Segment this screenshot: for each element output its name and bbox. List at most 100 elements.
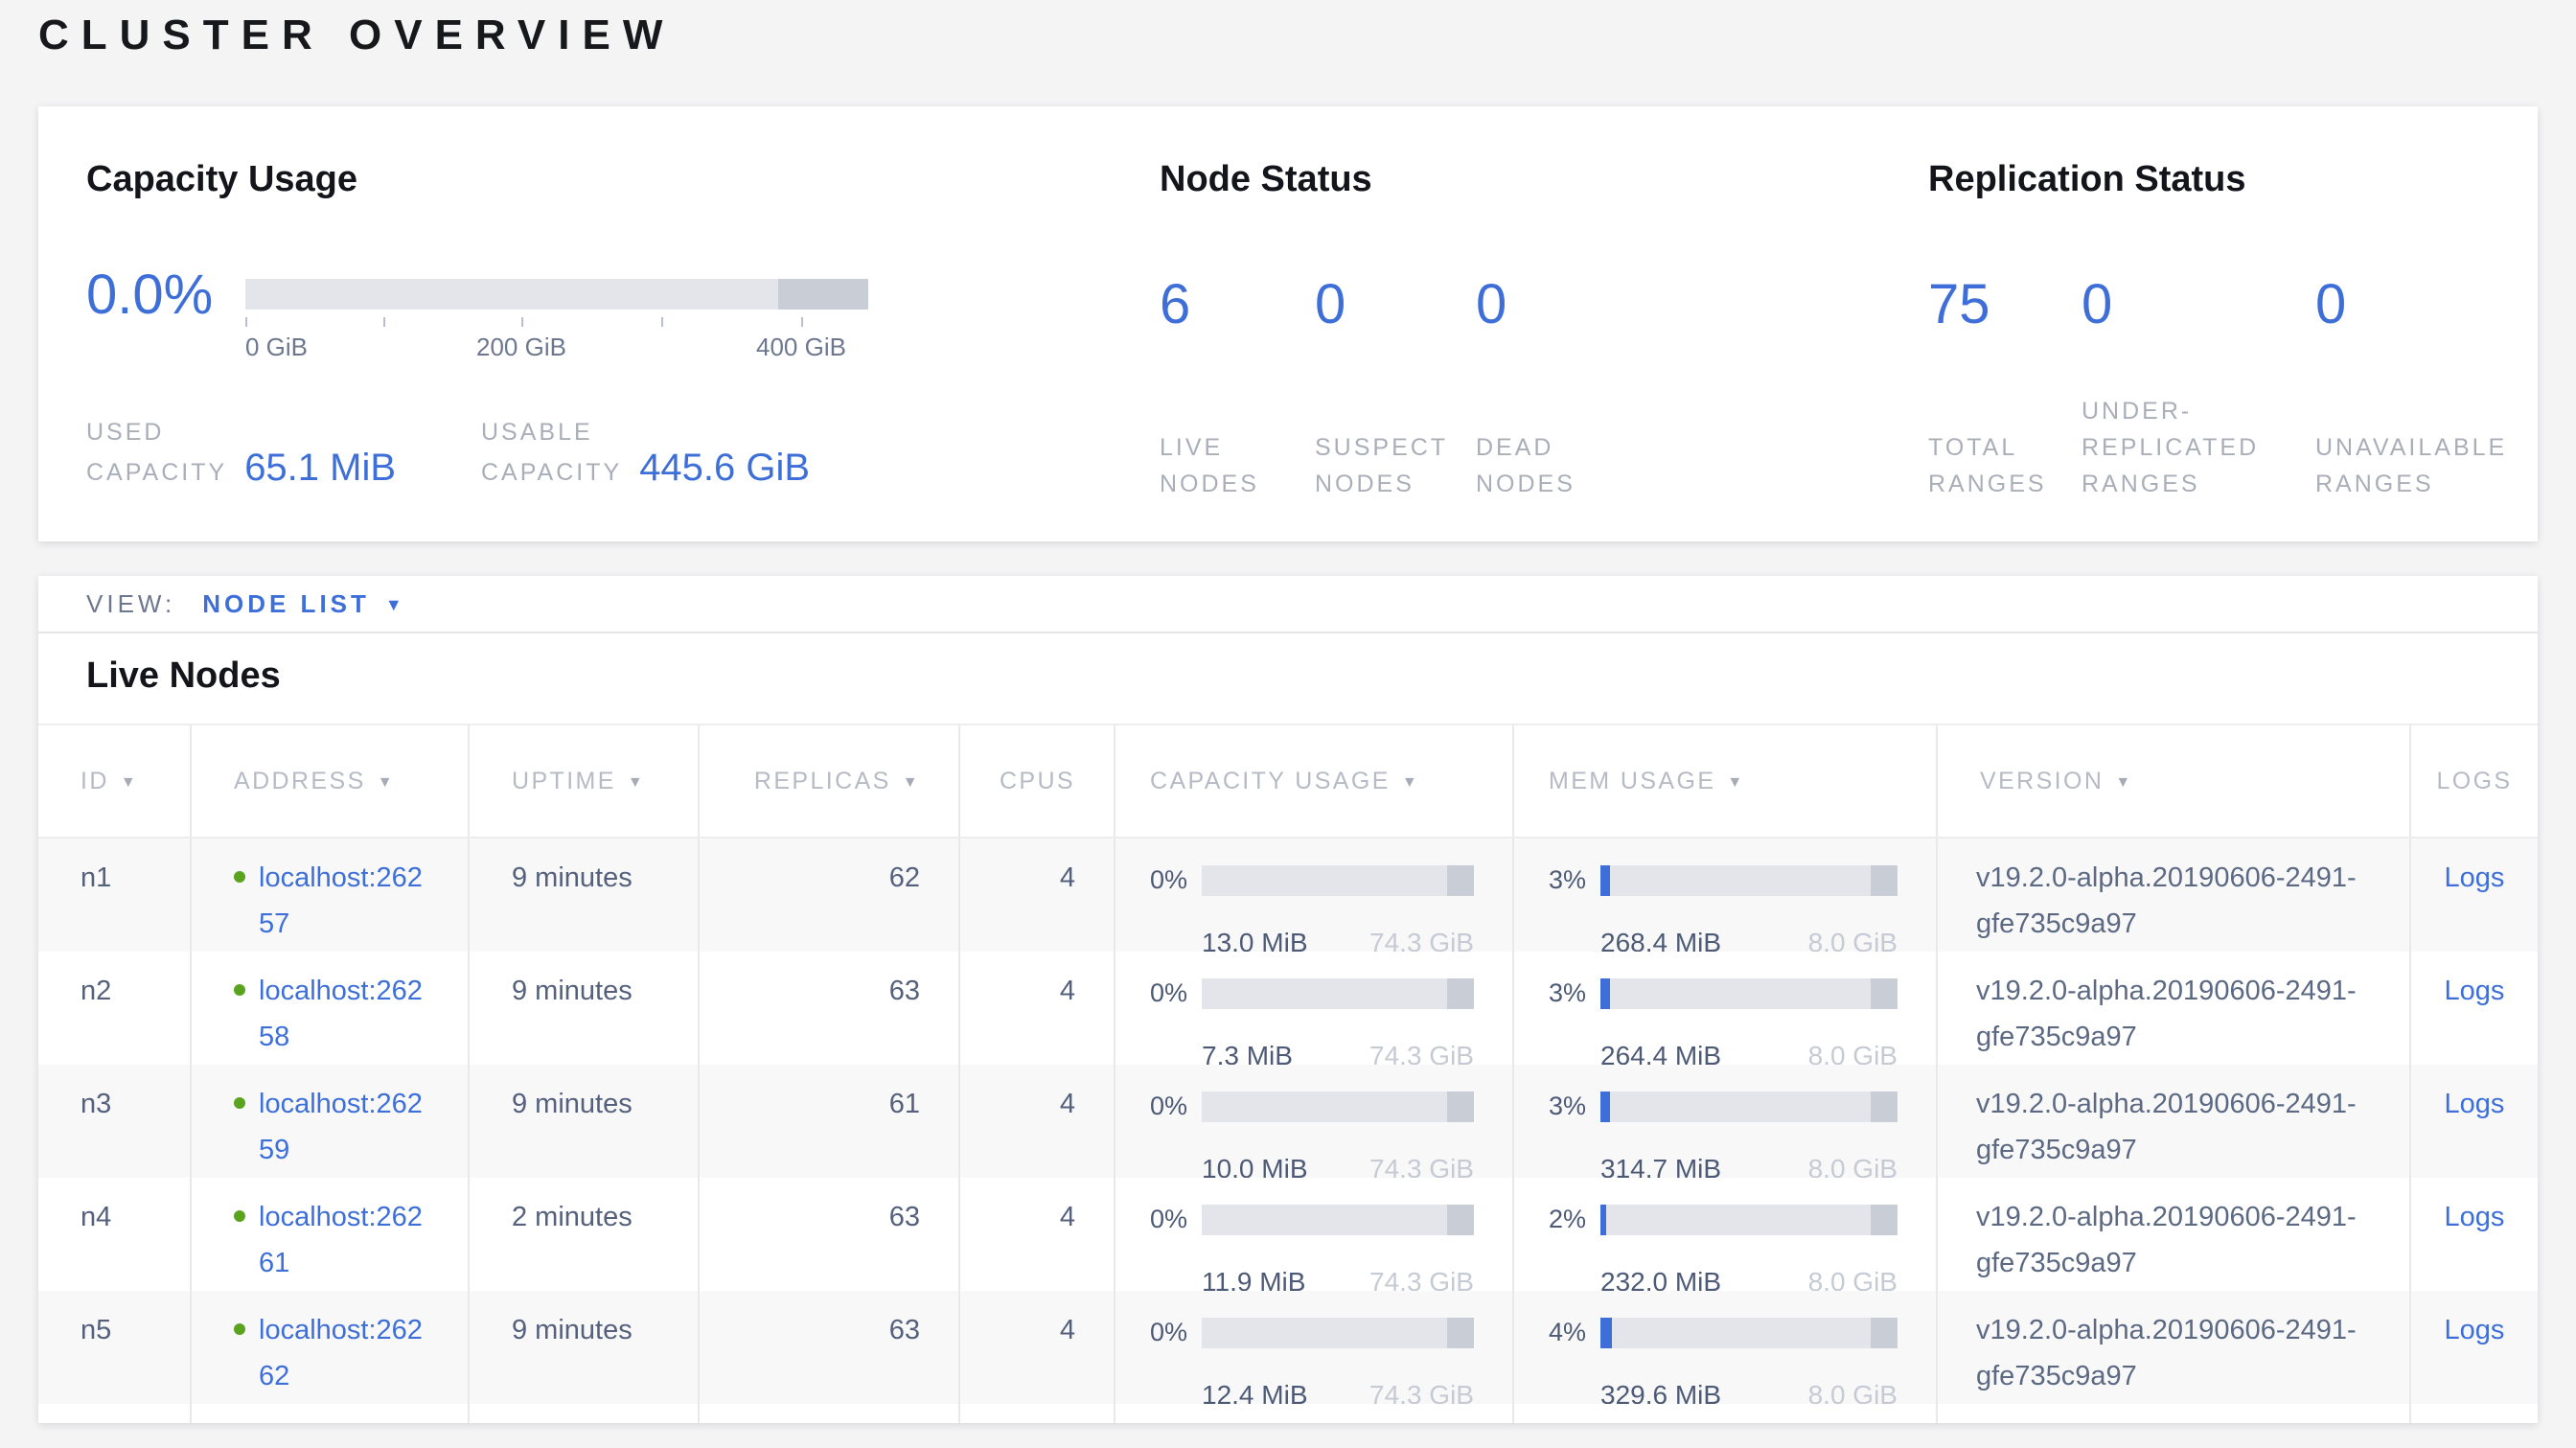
table-row: n1localhost:262579 minutes6240%13.0 MiB7… bbox=[38, 839, 2538, 952]
metric-value: 0 bbox=[1315, 279, 1476, 333]
metric-label: SUSPECTNODES bbox=[1315, 430, 1476, 503]
usage-values: 13.0 MiB74.3 GiB bbox=[1202, 919, 1474, 952]
view-selector[interactable]: NODE LIST ▼ bbox=[202, 589, 402, 618]
table-cell bbox=[38, 1404, 192, 1423]
node-address-link[interactable]: localhost:26261 bbox=[259, 1195, 427, 1287]
sort-desc-icon: ▼ bbox=[378, 772, 395, 790]
axis-tick-label: 400 GiB bbox=[756, 333, 846, 361]
usage-percent: 3% bbox=[1549, 858, 1600, 904]
sort-desc-icon: ▼ bbox=[1727, 772, 1744, 790]
capacity-bar-reserved-segment bbox=[778, 279, 868, 310]
column-header-uptime[interactable]: UPTIME▼ bbox=[470, 725, 700, 837]
capacity-usage-title: Capacity Usage bbox=[86, 160, 1160, 202]
replication-status-section: Replication Status 75TOTALRANGES0UNDER-R… bbox=[1928, 106, 2538, 541]
live-status-icon bbox=[234, 1097, 245, 1109]
usage-values: 314.7 MiB 8.0 GiB bbox=[1600, 1145, 1898, 1178]
cpus-cell: 4 bbox=[960, 952, 1116, 1065]
uptime-cell: 9 minutes bbox=[470, 952, 700, 1065]
usage-total-value: 8.0 GiB bbox=[1808, 1032, 1898, 1065]
logs-link[interactable]: Logs bbox=[2445, 863, 2505, 894]
column-header-capacity-usage[interactable]: CAPACITY USAGE▼ bbox=[1116, 725, 1514, 837]
column-header-label: ID bbox=[80, 768, 109, 794]
stat-label-text: CAPACITY bbox=[481, 455, 622, 492]
capacity-bar: 0 GiB200 GiB400 GiB bbox=[245, 279, 868, 361]
node-address-link[interactable]: localhost:26259 bbox=[259, 1082, 427, 1174]
usage-bar-track bbox=[1202, 1318, 1474, 1348]
column-header-replicas[interactable]: REPLICAS▼ bbox=[700, 725, 960, 837]
node-id: n5 bbox=[80, 1316, 111, 1346]
uptime-cell: 2 minutes bbox=[470, 1178, 700, 1291]
chevron-down-icon: ▼ bbox=[385, 594, 402, 613]
node-list-card: VIEW: NODE LIST ▼ Live Nodes ID▼ADDRESS▼… bbox=[38, 576, 2538, 1423]
column-header-id[interactable]: ID▼ bbox=[38, 725, 192, 837]
stat-label-line: CAPACITY445.6 GiB bbox=[481, 451, 876, 492]
metric-value: 0 bbox=[2315, 279, 2507, 333]
summary-metric: 0DEADNODES bbox=[1476, 279, 1576, 503]
usage-bar-row: 3% bbox=[1549, 858, 1898, 904]
capacity-stat: USEDCAPACITY65.1 MiB bbox=[86, 415, 481, 492]
column-header-address[interactable]: ADDRESS ▼ bbox=[192, 725, 470, 837]
table-row-partial bbox=[38, 1404, 2538, 1423]
usage-percent: 0% bbox=[1150, 1084, 1202, 1130]
logs-link[interactable]: Logs bbox=[2445, 1090, 2505, 1120]
column-header-label: REPLICAS bbox=[754, 768, 891, 794]
usage-bar-track bbox=[1600, 1092, 1898, 1122]
table-cell bbox=[700, 1404, 960, 1423]
capacity-gauge: 0.0% 0 GiB200 GiB400 GiB bbox=[86, 279, 1160, 361]
column-header-label: MEM USAGE bbox=[1549, 768, 1715, 794]
usage-used-value: 12.4 MiB bbox=[1202, 1371, 1308, 1404]
metric-label-line: TOTAL bbox=[1928, 430, 2082, 467]
usage-bar-row: 3% bbox=[1549, 971, 1898, 1017]
usage-meter: 2%232.0 MiB8.0 GiB bbox=[1549, 1197, 1898, 1291]
usage-percent: 4% bbox=[1549, 1310, 1600, 1356]
metric-label-line: SUSPECT bbox=[1315, 430, 1476, 467]
logs-link[interactable]: Logs bbox=[2445, 977, 2505, 1007]
metric-value: 75 bbox=[1928, 279, 2082, 333]
cpus-cell: 4 bbox=[960, 1065, 1116, 1178]
usage-bar-row: 0% bbox=[1150, 858, 1474, 904]
logs-link[interactable]: Logs bbox=[2445, 1316, 2505, 1346]
usage-used-value: 314.7 MiB bbox=[1600, 1145, 1721, 1178]
cpus-cell: 4 bbox=[960, 839, 1116, 952]
node-address-link[interactable]: localhost:26262 bbox=[259, 1308, 427, 1400]
logs-cell: Logs bbox=[2411, 1291, 2538, 1404]
capacity-usage-cell: 0% 13.0 MiB74.3 GiB bbox=[1116, 839, 1514, 952]
node-id-cell: n4 bbox=[38, 1178, 192, 1291]
live-status-icon bbox=[234, 1323, 245, 1335]
logs-cell: Logs bbox=[2411, 1065, 2538, 1178]
capacity-usage-cell: 0%7.3 MiB74.3 GiB bbox=[1116, 952, 1514, 1065]
metric-value: 0 bbox=[1476, 279, 1576, 333]
table-cell bbox=[1938, 1404, 2411, 1423]
usage-bar-fill bbox=[1600, 1205, 1606, 1235]
usage-bar-reserved-segment bbox=[1871, 1092, 1898, 1122]
node-id-cell: n3 bbox=[38, 1065, 192, 1178]
column-header-mem-usage[interactable]: MEM USAGE ▼ bbox=[1514, 725, 1938, 837]
version-cell: v19.2.0-alpha.20190606-2491-gfe735c9a97 bbox=[1938, 1178, 2411, 1291]
usage-bar-row: 0% bbox=[1150, 971, 1474, 1017]
capacity-percent-value: 0.0% bbox=[86, 271, 245, 321]
summary-metric: 6LIVENODES bbox=[1160, 279, 1315, 503]
cluster-overview-page: CLUSTER OVERVIEW Capacity Usage 0.0% 0 G… bbox=[0, 11, 2576, 1448]
usage-total-value: 8.0 GiB bbox=[1808, 1145, 1898, 1178]
usage-bar-row: 0% bbox=[1150, 1084, 1474, 1130]
metric-label-line: LIVE bbox=[1160, 430, 1315, 467]
cpus-cell: 4 bbox=[960, 1291, 1116, 1404]
node-address-link[interactable]: localhost:26257 bbox=[259, 856, 427, 948]
node-id-cell: n2 bbox=[38, 952, 192, 1065]
logs-link[interactable]: Logs bbox=[2445, 1203, 2505, 1233]
usage-values: 232.0 MiB8.0 GiB bbox=[1600, 1258, 1898, 1291]
usage-bar-reserved-segment bbox=[1447, 978, 1474, 1009]
table-row: n3localhost:262599 minutes6140%10.0 MiB7… bbox=[38, 1065, 2538, 1178]
live-nodes-title: Live Nodes bbox=[38, 633, 2538, 724]
column-header-version[interactable]: VERSION▼ bbox=[1938, 725, 2411, 837]
usage-percent: 2% bbox=[1549, 1197, 1600, 1243]
metric-label-line: NODES bbox=[1160, 467, 1315, 503]
node-address-link[interactable]: localhost:26258 bbox=[259, 969, 427, 1061]
view-selected-option: NODE LIST bbox=[202, 589, 370, 618]
axis-tick-mark bbox=[383, 317, 385, 327]
column-header-label: ADDRESS bbox=[234, 768, 366, 794]
summary-metric: 0UNDER-REPLICATEDRANGES bbox=[2082, 279, 2315, 503]
capacity-bar-track bbox=[245, 279, 868, 310]
replicas-cell: 62 bbox=[700, 839, 960, 952]
usage-values: 10.0 MiB74.3 GiB bbox=[1202, 1145, 1474, 1178]
